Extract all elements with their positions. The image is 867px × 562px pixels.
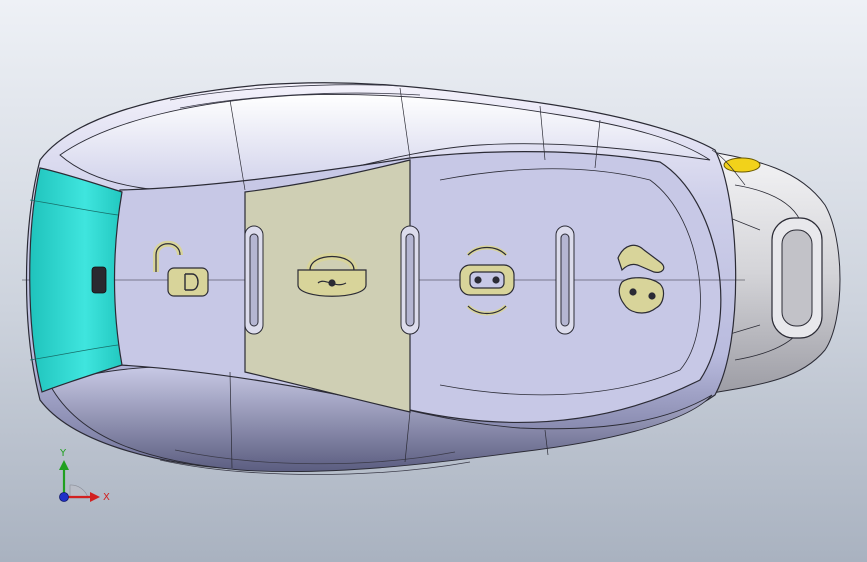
coordinate-triad: Y X	[59, 448, 110, 503]
y-axis-label: Y	[59, 448, 67, 459]
z-axis-dot	[59, 492, 69, 502]
fob-tip-face[interactable]	[29, 167, 123, 393]
key-slot-icon	[91, 266, 107, 294]
model-canvas[interactable]: Y X	[0, 0, 867, 562]
graphics-viewport[interactable]: Y X	[0, 0, 867, 562]
x-axis-label: X	[103, 492, 110, 503]
